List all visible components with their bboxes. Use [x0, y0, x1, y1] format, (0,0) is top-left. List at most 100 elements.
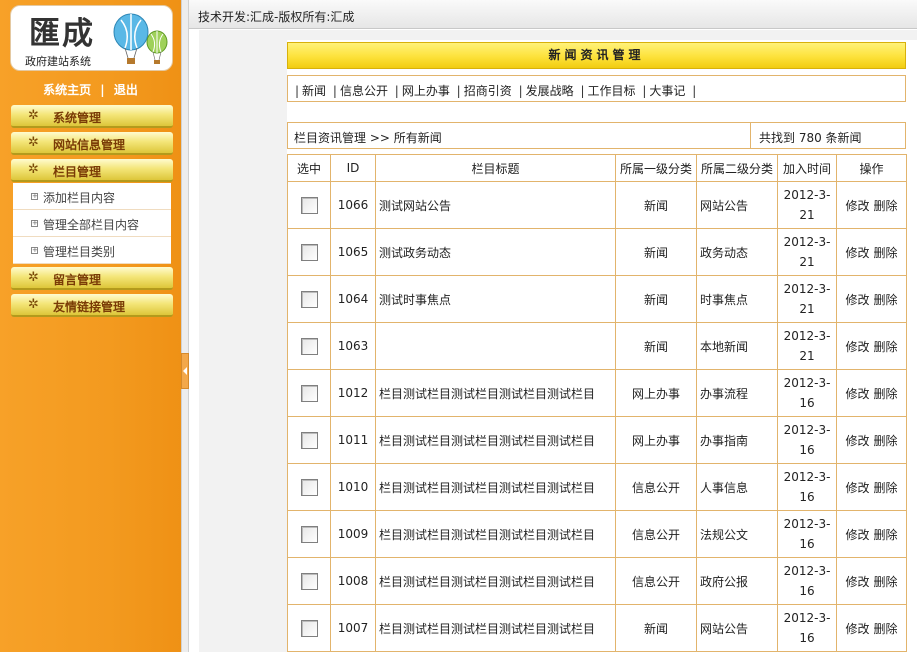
edit-link[interactable]: 修改 — [845, 340, 869, 354]
action-cell: 修改 删除 — [836, 228, 907, 276]
cat2-cell: 办事流程 — [696, 369, 778, 417]
action-cell: 修改 删除 — [836, 275, 907, 323]
table-row: 1011 栏目测试栏目测试栏目测试栏目测试栏目 网上办事 办事指南 2012-3-16 修… — [287, 416, 907, 464]
action-cell: 修改 删除 — [836, 369, 907, 417]
menu-column[interactable]: ✲ 栏目管理 — [11, 159, 173, 182]
home-link[interactable]: 系统主页 — [43, 83, 91, 97]
sidebar-splitter[interactable] — [181, 0, 189, 652]
id-cell: 1009 — [330, 510, 376, 558]
menu-label: 网站信息管理 — [53, 138, 126, 152]
select-cell — [287, 322, 331, 370]
top-bar: 技术开发:汇成-版权所有:汇成 — [189, 0, 917, 29]
edit-link[interactable]: 修改 — [845, 575, 869, 589]
id-cell: 1010 — [330, 463, 376, 511]
edit-link[interactable]: 修改 — [845, 622, 869, 636]
table-row: 1007 栏目测试栏目测试栏目测试栏目测试栏目 新闻 网站公告 2012-3-16 修改删… — [287, 604, 907, 652]
time-cell: 2012-3-16 — [777, 557, 837, 605]
menu-links[interactable]: ✲ 友情链接管理 — [11, 294, 173, 317]
cat2-cell: 法规公文 — [696, 510, 778, 558]
cat2-cell: 办事指南 — [696, 416, 778, 464]
id-cell: 1066 — [330, 181, 376, 229]
cat1-cell: 网上办事 — [615, 416, 697, 464]
delete-link[interactable]: 删除 — [874, 434, 898, 448]
cat2-cell: 本地新闻 — [696, 322, 778, 370]
category-link[interactable]: 发展战略 — [526, 84, 574, 98]
sub-item-add-content[interactable]: + 添加栏目内容 — [13, 183, 171, 210]
category-link[interactable]: 网上办事 — [402, 84, 450, 98]
edit-link[interactable]: 修改 — [845, 528, 869, 542]
header-select: 选中 — [287, 154, 331, 182]
row-checkbox[interactable] — [300, 384, 318, 402]
bullet-icon: + — [31, 246, 38, 254]
bullet-icon: + — [31, 192, 38, 200]
header-id: ID — [330, 154, 376, 182]
gear-icon: ✲ — [28, 270, 39, 285]
select-cell — [287, 463, 331, 511]
table-row: 1063 新闻 本地新闻 2012-3-21 修改 删除 — [287, 322, 907, 370]
menu-messages[interactable]: ✲ 留言管理 — [11, 267, 173, 290]
title-cell: 栏目测试栏目测试栏目测试栏目测试栏目 — [375, 463, 616, 511]
delete-link[interactable]: 删除 — [874, 481, 898, 495]
row-checkbox[interactable] — [300, 431, 318, 449]
result-count: 共找到 780 条新闻 — [759, 131, 862, 145]
delete-link[interactable]: 删除 — [874, 622, 898, 636]
edit-link[interactable]: 修改 — [845, 481, 869, 495]
row-checkbox[interactable] — [300, 196, 318, 214]
category-link[interactable]: 新闻 — [302, 84, 326, 98]
gear-icon: ✲ — [28, 162, 39, 177]
category-link[interactable]: 工作目标 — [588, 84, 636, 98]
panel-title-bar: 新闻资讯管理 — [287, 42, 906, 69]
edit-link[interactable]: 修改 — [845, 246, 869, 260]
table-row: 1066 测试网站公告 新闻 网站公告 2012-3-21 修改 删除 — [287, 181, 907, 229]
gear-icon: ✲ — [28, 108, 39, 123]
logo-title: 匯成 — [29, 16, 95, 52]
cat2-cell: 网站公告 — [696, 181, 778, 229]
collapse-arrow-icon[interactable] — [181, 353, 189, 389]
menu-label: 友情链接管理 — [53, 300, 126, 314]
row-checkbox[interactable] — [300, 243, 318, 261]
logout-link[interactable]: 退出 — [114, 83, 138, 97]
delete-link[interactable]: 删除 — [874, 575, 898, 589]
category-link[interactable]: 大事记 — [649, 84, 685, 98]
edit-link[interactable]: 修改 — [845, 199, 869, 213]
sub-item-label: 添加栏目内容 — [43, 191, 116, 205]
edit-link[interactable]: 修改 — [845, 434, 869, 448]
select-cell — [287, 510, 331, 558]
time-cell: 2012-3-21 — [777, 228, 837, 276]
action-cell: 修改 删除 — [836, 510, 907, 558]
row-checkbox[interactable] — [300, 619, 318, 637]
title-cell: 栏目测试栏目测试栏目测试栏目测试栏目 — [375, 416, 616, 464]
category-link[interactable]: 招商引资 — [464, 84, 512, 98]
table-row: 1010 栏目测试栏目测试栏目测试栏目测试栏目 信息公开 人事信息 2012-3-16 修… — [287, 463, 907, 511]
link-separator: | — [100, 83, 105, 97]
delete-link[interactable]: 删除 — [874, 246, 898, 260]
menu-label: 栏目管理 — [53, 165, 102, 179]
edit-link[interactable]: 修改 — [845, 387, 869, 401]
row-checkbox[interactable] — [300, 478, 318, 496]
cat1-cell: 新闻 — [615, 181, 697, 229]
category-link[interactable]: 信息公开 — [340, 84, 388, 98]
cat1-cell: 网上办事 — [615, 369, 697, 417]
edit-link[interactable]: 修改 — [845, 293, 869, 307]
delete-link[interactable]: 删除 — [874, 293, 898, 307]
delete-link[interactable]: 删除 — [874, 528, 898, 542]
news-table: 选中 ID 栏目标题 所属一级分类 所属二级分类 加入时间 操作 1066 测试网… — [287, 154, 907, 652]
row-checkbox[interactable] — [300, 572, 318, 590]
delete-link[interactable]: 删除 — [874, 387, 898, 401]
sub-item-manage-categories[interactable]: + 管理栏目类别 — [13, 237, 171, 264]
breadcrumb: 栏目资讯管理 >> 所有新闻 — [294, 131, 442, 145]
row-checkbox[interactable] — [300, 525, 318, 543]
header-cat1: 所属一级分类 — [615, 154, 697, 182]
row-checkbox[interactable] — [300, 290, 318, 308]
row-checkbox[interactable] — [300, 337, 318, 355]
title-cell: 栏目测试栏目测试栏目测试栏目测试栏目 — [375, 510, 616, 558]
copyright-text: 技术开发:汇成-版权所有:汇成 — [198, 10, 355, 24]
menu-site-info[interactable]: ✲ 网站信息管理 — [11, 132, 173, 155]
info-bar: 栏目资讯管理 >> 所有新闻 共找到 780 条新闻 — [287, 122, 906, 149]
title-cell: 测试政务动态 — [375, 228, 616, 276]
delete-link[interactable]: 删除 — [874, 340, 898, 354]
menu-system[interactable]: ✲ 系统管理 — [11, 105, 173, 128]
cat1-cell: 信息公开 — [615, 510, 697, 558]
delete-link[interactable]: 删除 — [874, 199, 898, 213]
sub-item-manage-content[interactable]: + 管理全部栏目内容 — [13, 210, 171, 237]
